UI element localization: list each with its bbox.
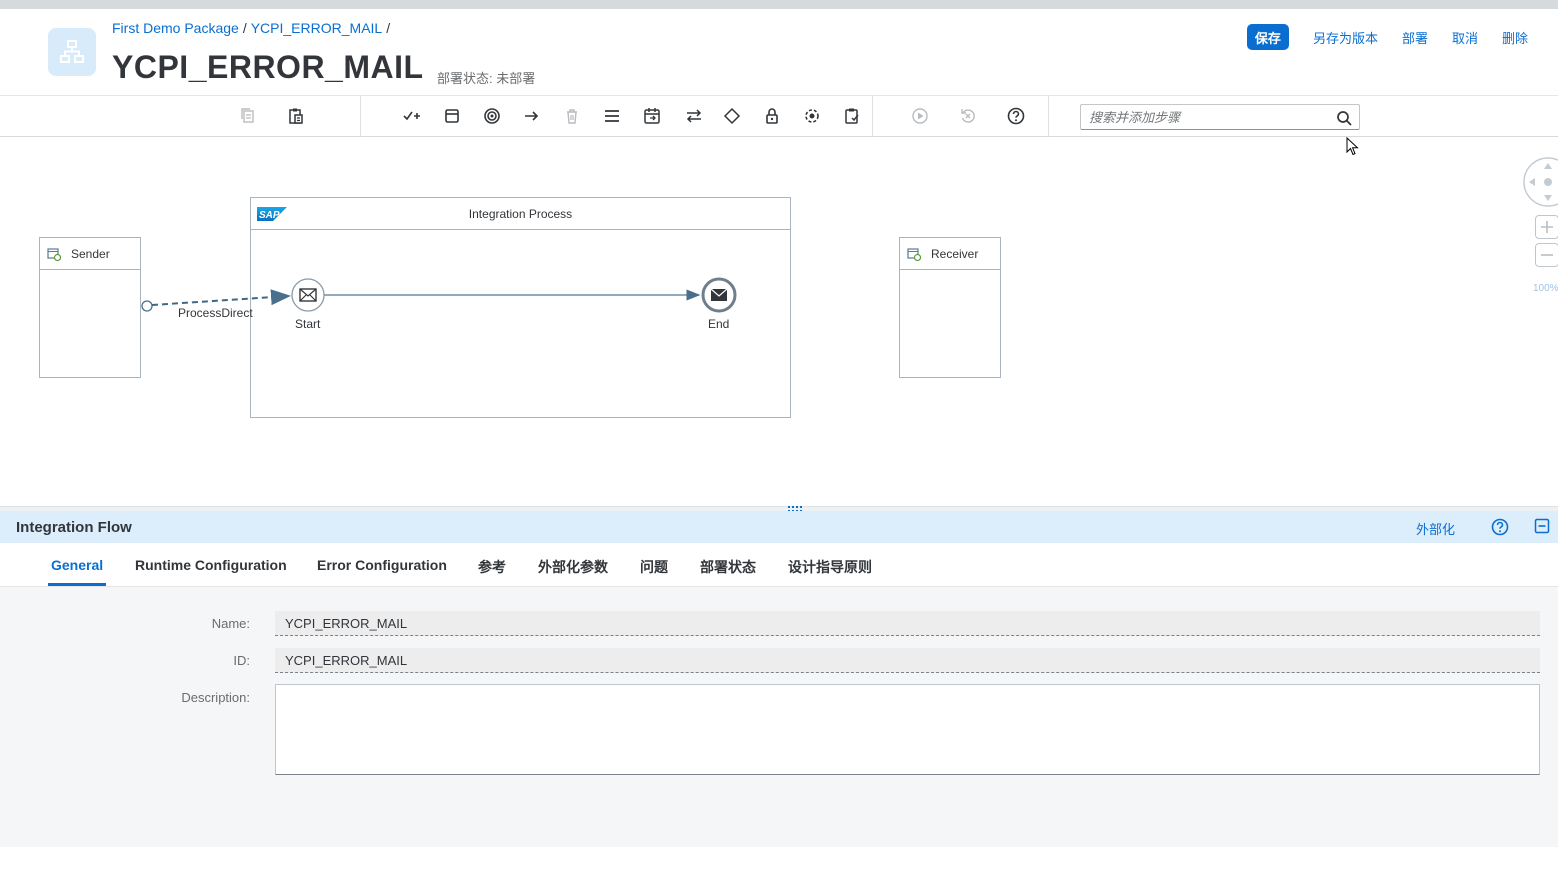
help-icon[interactable] bbox=[1005, 105, 1027, 127]
externalize-button[interactable]: 外部化 bbox=[1416, 519, 1455, 538]
deploy-status: 部署状态: 未部署 bbox=[437, 71, 536, 86]
id-field[interactable]: YCPI_ERROR_MAIL bbox=[275, 648, 1540, 673]
integration-flow-app-icon bbox=[48, 28, 96, 76]
reset-icon[interactable] bbox=[957, 105, 979, 127]
panel-title: Integration Flow bbox=[16, 519, 132, 536]
palette-toolbar bbox=[0, 95, 1558, 137]
header-actions: 保存 另存为版本 部署 取消 删除 bbox=[1246, 24, 1536, 50]
transformation-icon[interactable] bbox=[801, 105, 823, 127]
search-icon[interactable] bbox=[1335, 109, 1353, 127]
validation-icon[interactable] bbox=[841, 105, 863, 127]
delete-icon[interactable] bbox=[561, 105, 583, 127]
end-event-label: End bbox=[708, 317, 730, 331]
flow-connections bbox=[141, 277, 737, 313]
zoom-in-button[interactable] bbox=[1535, 215, 1558, 239]
call-icon[interactable] bbox=[641, 105, 663, 127]
simulate-icon[interactable] bbox=[909, 105, 931, 127]
properties-panel-header: Integration Flow 外部化 bbox=[0, 511, 1558, 543]
mouse-cursor-icon bbox=[1346, 137, 1359, 156]
routing-icon[interactable] bbox=[683, 105, 705, 127]
paste-icon[interactable] bbox=[285, 105, 307, 127]
footer-space bbox=[0, 847, 1558, 873]
breadcrumb-separator: / bbox=[386, 20, 391, 36]
minus-icon bbox=[1541, 254, 1553, 256]
description-label: Description: bbox=[181, 690, 250, 705]
delete-button[interactable]: 删除 bbox=[1494, 28, 1536, 47]
tab-general[interactable]: General bbox=[51, 557, 103, 573]
zoom-out-button[interactable] bbox=[1535, 243, 1558, 267]
breadcrumb-link-package[interactable]: First Demo Package bbox=[112, 20, 239, 36]
save-as-version-button[interactable]: 另存为版本 bbox=[1305, 28, 1386, 47]
top-strip bbox=[0, 0, 1558, 9]
hierarchy-icon bbox=[60, 40, 84, 63]
integration-flow-canvas[interactable]: Sender SAP Integration Process Receiver bbox=[0, 137, 1558, 507]
step-search-input[interactable] bbox=[1089, 108, 1329, 126]
connectors-icon[interactable] bbox=[521, 105, 543, 127]
page-header: First Demo Package / YCPI_ERROR_MAIL / YCPI… bbox=[0, 9, 1558, 95]
copy-icon[interactable] bbox=[237, 105, 259, 127]
tab-runtime-configuration[interactable]: Runtime Configuration bbox=[135, 557, 287, 573]
id-label: ID: bbox=[233, 653, 250, 668]
tab-problems[interactable]: 问题 bbox=[640, 557, 668, 577]
connection-start-point[interactable] bbox=[141, 300, 153, 312]
breadcrumb-separator: / bbox=[242, 20, 247, 36]
help-icon[interactable] bbox=[1491, 518, 1509, 536]
name-label: Name: bbox=[211, 616, 250, 631]
step-search-field[interactable] bbox=[1080, 104, 1360, 130]
toolbar-separator bbox=[360, 96, 361, 137]
toolbar-separator bbox=[872, 96, 873, 137]
page-title: YCPI_ERROR_MAIL bbox=[112, 49, 424, 85]
properties-tabbar: General Runtime Configuration Error Conf… bbox=[0, 543, 1558, 587]
participants-icon[interactable] bbox=[401, 105, 423, 127]
menu-icon[interactable] bbox=[601, 105, 623, 127]
processdirect-connection[interactable] bbox=[151, 289, 291, 306]
breadcrumb: First Demo Package / YCPI_ERROR_MAIL / bbox=[112, 20, 394, 36]
plus-icon bbox=[1541, 221, 1553, 233]
general-form: Name: YCPI_ERROR_MAIL ID: YCPI_ERROR_MAI… bbox=[0, 587, 1558, 847]
tab-deploy-status[interactable]: 部署状态 bbox=[700, 557, 756, 577]
tab-externalized-parameters[interactable]: 外部化参数 bbox=[538, 557, 608, 577]
end-event[interactable] bbox=[701, 277, 737, 313]
gateway-icon[interactable] bbox=[721, 105, 743, 127]
tab-error-configuration[interactable]: Error Configuration bbox=[317, 557, 447, 573]
breadcrumb-link-flow[interactable]: YCPI_ERROR_MAIL bbox=[251, 20, 382, 36]
active-tab-indicator bbox=[48, 583, 106, 586]
name-field[interactable]: YCPI_ERROR_MAIL bbox=[275, 611, 1540, 636]
process-icon[interactable] bbox=[441, 105, 463, 127]
description-textarea[interactable] bbox=[275, 684, 1540, 775]
save-button[interactable]: 保存 bbox=[1246, 24, 1289, 50]
tab-references[interactable]: 参考 bbox=[478, 557, 506, 577]
pan-control-icon[interactable] bbox=[1521, 157, 1558, 209]
connection-label[interactable]: ProcessDirect bbox=[178, 306, 253, 320]
cancel-button[interactable]: 取消 bbox=[1444, 28, 1486, 47]
security-icon[interactable] bbox=[761, 105, 783, 127]
zoom-level: 100% bbox=[1533, 283, 1558, 294]
tab-design-guidelines[interactable]: 设计指导原则 bbox=[788, 557, 872, 577]
events-icon[interactable] bbox=[481, 105, 503, 127]
start-event-label: Start bbox=[295, 317, 321, 331]
minimize-panel-icon[interactable] bbox=[1534, 518, 1550, 534]
start-event[interactable] bbox=[291, 278, 325, 312]
deploy-button[interactable]: 部署 bbox=[1394, 28, 1436, 47]
toolbar-separator bbox=[1048, 96, 1049, 137]
